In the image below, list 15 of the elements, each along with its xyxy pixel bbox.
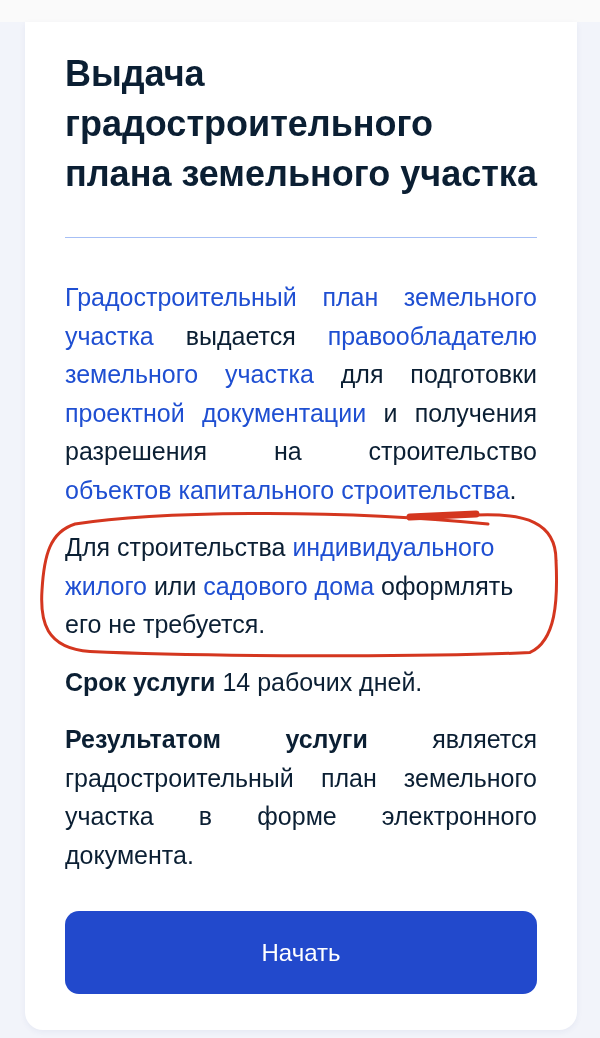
start-button[interactable]: Начать bbox=[65, 911, 537, 994]
text-link[interactable]: жилого bbox=[65, 571, 147, 600]
paragraph: Для строительства индивидуального жилого или садового дома оформлять его не требуется. bbox=[65, 532, 515, 640]
text-link[interactable]: Градостроительный план земельного bbox=[65, 283, 537, 311]
paragraph: Результатом услуги является градостроительный план земельного участка в форме электронного документа. bbox=[65, 724, 537, 871]
text-link[interactable]: индивидуального bbox=[292, 533, 495, 561]
text-link[interactable]: правообладателю bbox=[327, 321, 537, 350]
text-link[interactable]: садового дома bbox=[203, 571, 375, 600]
page-title: Выдача градостроительного плана земельного участка bbox=[65, 52, 537, 196]
text-link[interactable]: объектов капитального строительства bbox=[65, 475, 510, 504]
paragraph: Срок услуги 14 рабочих дней. bbox=[65, 666, 424, 698]
text-link[interactable]: земельного участка bbox=[65, 360, 314, 388]
text-link[interactable]: участка bbox=[65, 321, 154, 350]
text-link[interactable]: проектной документации bbox=[65, 398, 367, 427]
paragraph: Градостроительный план земельного участка выдается правообладателю земельного участка для подготовки проектной документации и получения разрешения на строительство объектов капитального строительства. bbox=[65, 282, 537, 506]
